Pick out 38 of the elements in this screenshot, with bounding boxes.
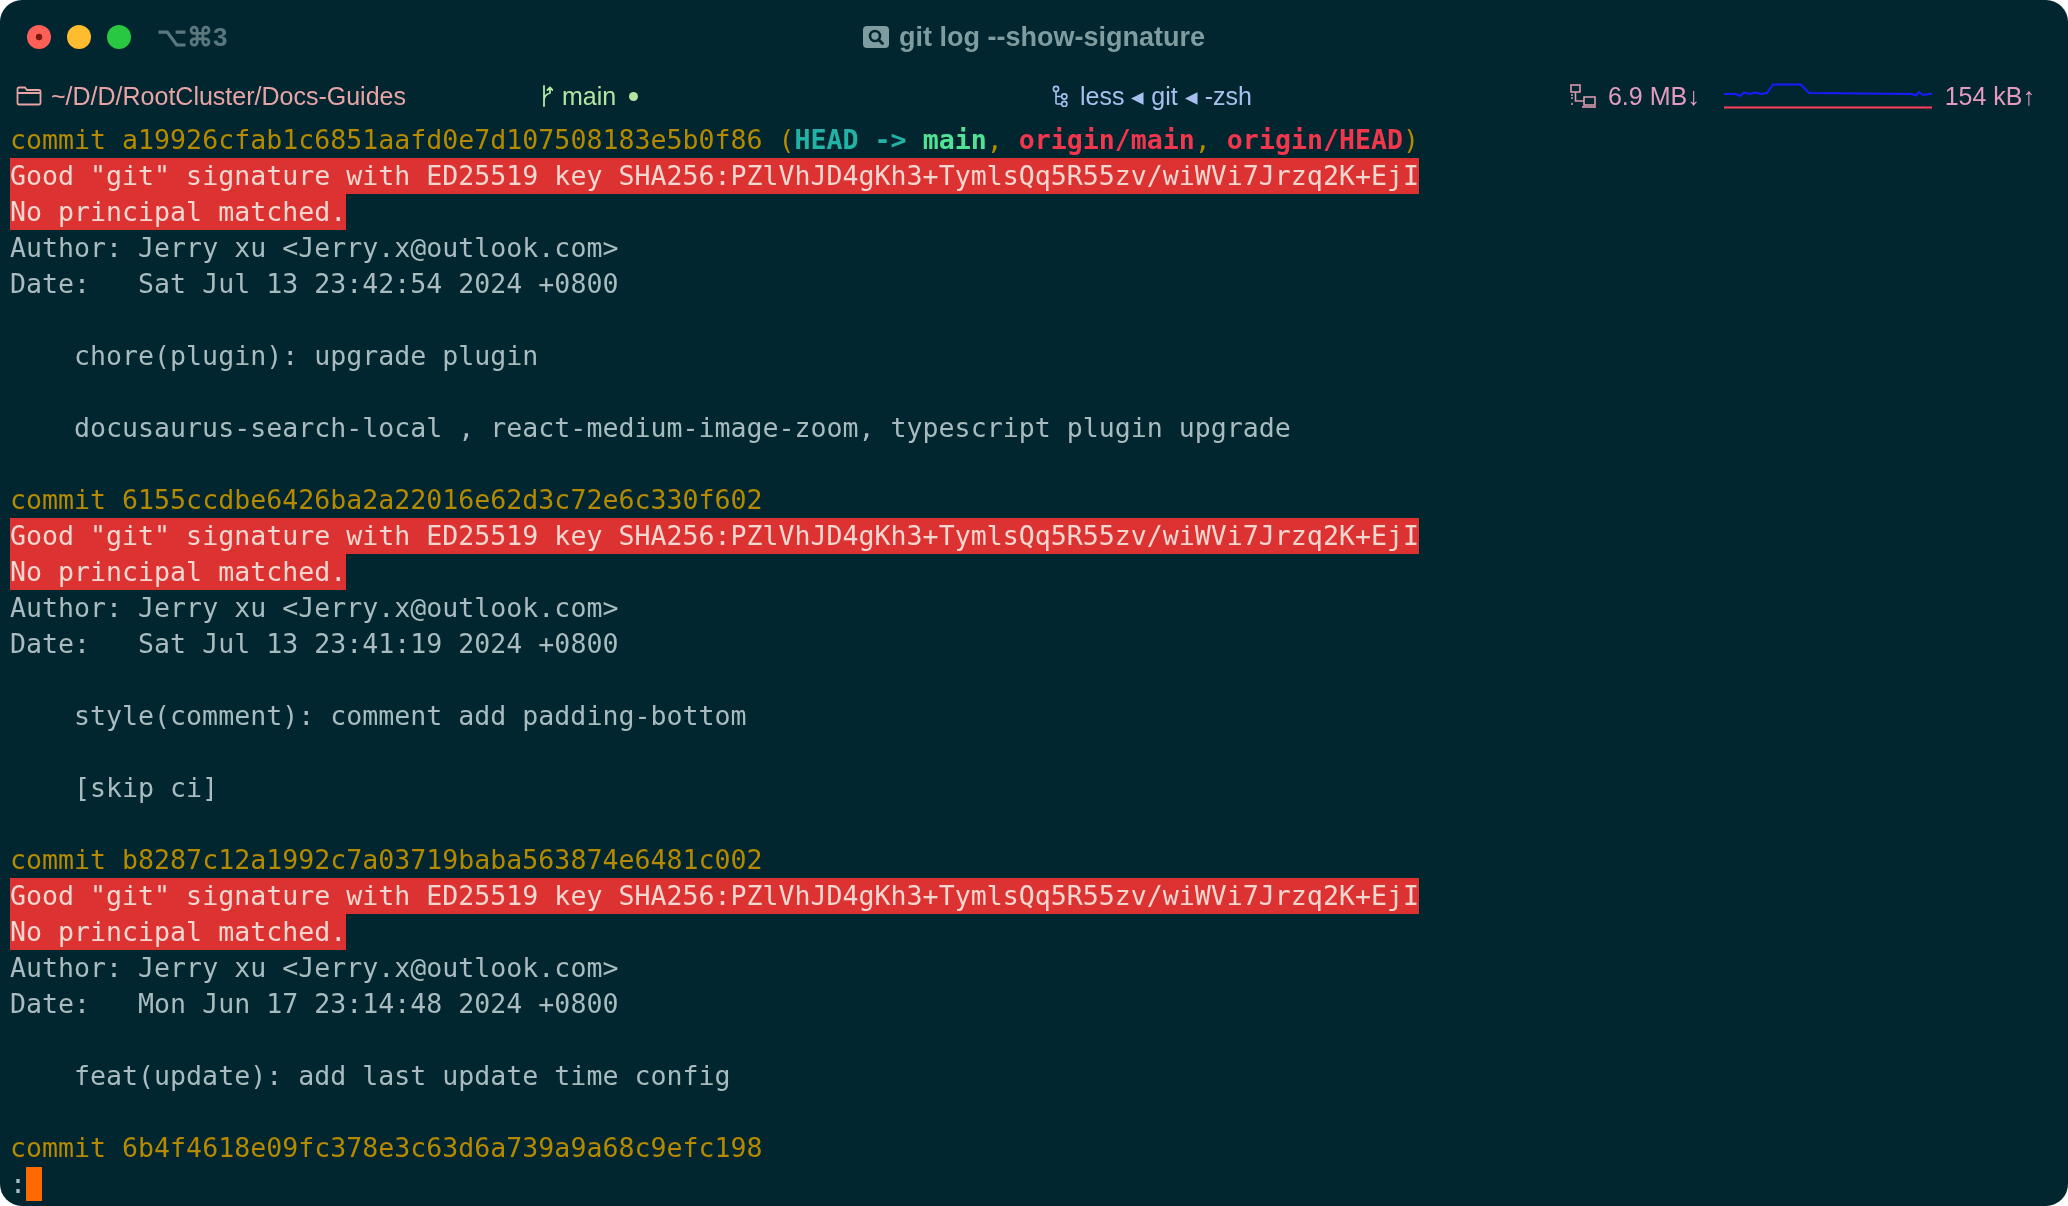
commit-hash-line: commit 6155ccdbe6426ba2a22016e62d3c72e6c330f602 — [10, 483, 763, 517]
network-icon — [1569, 84, 1597, 108]
commit-message: style(comment): comment add padding-bottom — [74, 699, 747, 733]
date-line: Date: Mon Jun 17 23:14:48 2024 +0800 — [10, 987, 619, 1021]
close-button[interactable] — [27, 25, 51, 49]
current-directory: ~/D/D/RootCluster/Docs-Guides — [51, 81, 406, 111]
date-line: Date: Sat Jul 13 23:42:54 2024 +0800 — [10, 267, 619, 301]
commit-hash-line: commit a19926cfab1c6851aafd0e7d107508183e5b0f86 (HEAD -> main, origin/main, origin/HEAD) — [10, 123, 1419, 157]
date-line: Date: Sat Jul 13 23:41:19 2024 +0800 — [10, 627, 619, 661]
author-line: Author: Jerry xu <Jerry.x@outlook.com> — [10, 951, 619, 985]
signature-warning: Good "git" signature with ED25519 key SHA256:PZlVhJD4gKh3+TymlsQq5R55zv/wiWVi7Jrzq2K+EjI — [10, 158, 1419, 194]
process-tree-icon — [1052, 85, 1068, 107]
commit-message: docusaurus-search-local , react-medium-image-zoom, typescript plugin upgrade — [74, 411, 1291, 445]
signature-warning: Good "git" signature with ED25519 key SHA256:PZlVhJD4gKh3+TymlsQq5R55zv/wiWVi7Jrzq2K+EjI — [10, 878, 1419, 914]
author-line: Author: Jerry xu <Jerry.x@outlook.com> — [10, 591, 619, 625]
commit-hash-line: commit 6b4f4618e09fc378e3c63d6a739a9a68c9efc198 — [10, 1131, 763, 1165]
commit-message: feat(update): add last update time config — [74, 1059, 731, 1093]
download-rate: 6.9 MB↓ — [1607, 81, 1700, 111]
signature-warning: No principal matched. — [10, 914, 347, 950]
window-title: git log --show-signature — [899, 21, 1205, 53]
cursor-icon — [26, 1167, 42, 1201]
process-chain: less ◂ git ◂ -zsh — [1080, 81, 1252, 111]
signature-warning: No principal matched. — [10, 554, 347, 590]
author-line: Author: Jerry xu <Jerry.x@outlook.com> — [10, 231, 619, 265]
folder-icon — [16, 86, 42, 106]
tab-shortcut: ⌥⌘3 — [157, 22, 228, 52]
pager-prompt: : — [10, 1167, 26, 1201]
signature-warning: No principal matched. — [10, 194, 347, 230]
git-branch: main — [562, 81, 617, 111]
upload-rate: 154 kB↑ — [1944, 81, 2035, 111]
branch-icon — [541, 85, 553, 107]
commit-message: [skip ci] — [74, 771, 219, 805]
magnifier-icon — [863, 26, 889, 48]
commit-hash-line: commit b8287c12a1992c7a03719baba563874e6481c002 — [10, 843, 763, 877]
zoom-button[interactable] — [107, 25, 131, 49]
minimize-button[interactable] — [67, 25, 91, 49]
commit-message: chore(plugin): upgrade plugin — [74, 339, 539, 373]
signature-warning: Good "git" signature with ED25519 key SHA256:PZlVhJD4gKh3+TymlsQq5R55zv/wiWVi7Jrzq2K+EjI — [10, 518, 1419, 554]
